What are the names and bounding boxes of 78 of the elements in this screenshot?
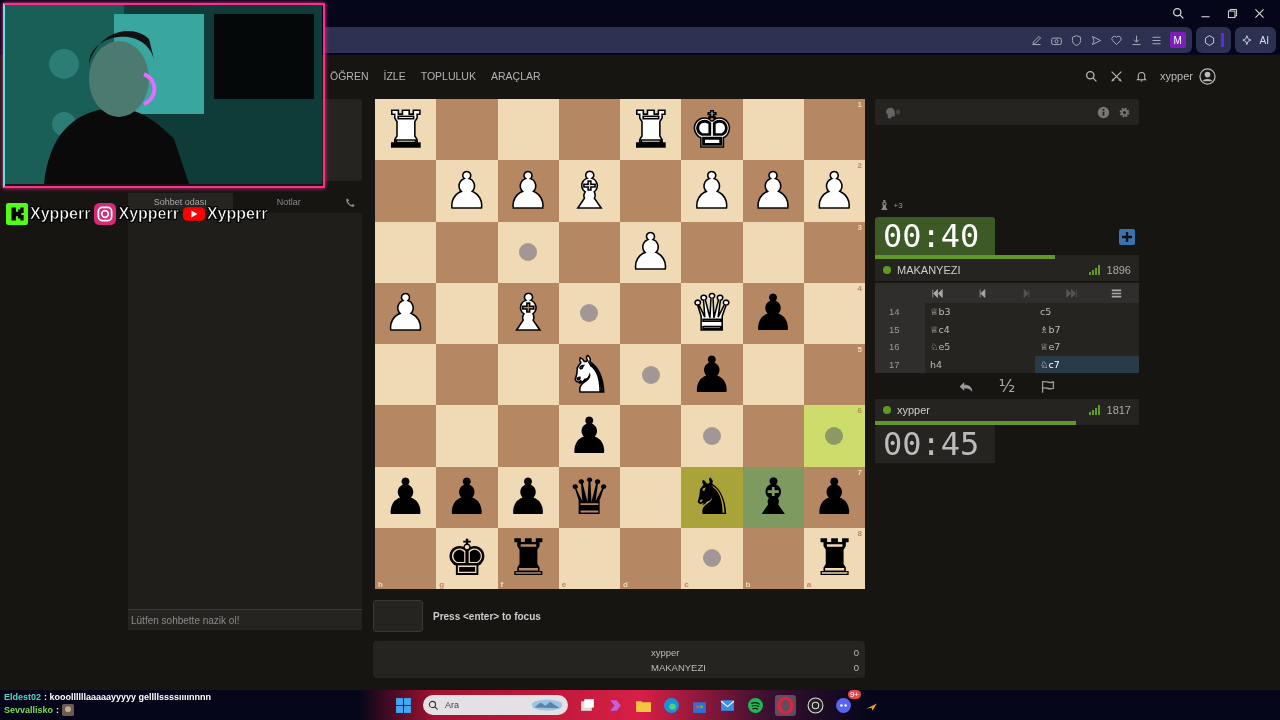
file-label: g: [439, 580, 445, 589]
chess-piece[interactable]: ♟: [505, 472, 551, 523]
file-label: e: [561, 580, 567, 589]
move-number: 14: [875, 303, 925, 321]
player-name[interactable]: xypper: [897, 404, 1083, 416]
chess-piece[interactable]: ♜: [811, 533, 857, 584]
move-entry[interactable]: ♘e5: [925, 338, 1035, 356]
player-name: xypper: [651, 646, 680, 658]
chess-piece[interactable]: ♝: [750, 472, 796, 523]
chat-username: Eldest02: [4, 692, 42, 702]
username-link[interactable]: xypper: [1159, 70, 1193, 82]
captured-piece: ♝: [878, 197, 891, 213]
move-entry[interactable]: ♗b7: [1035, 320, 1139, 338]
social-handle: Xypperr: [30, 205, 91, 223]
rank-label: 8: [857, 528, 862, 538]
move-entry[interactable]: h4: [925, 355, 1035, 373]
file-label: a: [806, 580, 812, 589]
rank-label: 4: [857, 283, 862, 293]
chess-piece[interactable]: ♟: [566, 410, 612, 461]
profile-avatar[interactable]: M: [1169, 32, 1186, 48]
chess-piece[interactable]: ♟: [689, 349, 735, 400]
move-entry[interactable]: ♘c7: [1035, 355, 1139, 373]
move-entry[interactable]: ♕e7: [1035, 338, 1139, 356]
nav-link[interactable]: ARAÇLAR: [490, 70, 541, 82]
score-value: 0: [853, 661, 859, 673]
rank-label: 6: [857, 406, 862, 416]
chess-piece[interactable]: ♟: [383, 472, 429, 523]
draw-offer-button[interactable]: ½: [998, 376, 1016, 396]
move-number: 16: [875, 338, 925, 356]
chess-piece[interactable]: ♟: [811, 472, 857, 523]
chess-piece[interactable]: ♚: [444, 533, 490, 584]
chat-message: : kooollllllaaaaayyyyy gellllssssıııınnnn: [44, 692, 212, 702]
file-label: f: [500, 580, 504, 589]
score-value: 0: [853, 646, 859, 658]
file-label: d: [623, 580, 628, 589]
chess-piece[interactable]: ♛: [566, 472, 612, 523]
rank-label: 3: [857, 222, 862, 232]
highlighted-square[interactable]: ♝: [742, 466, 804, 528]
ai-button[interactable]: AI: [1234, 27, 1276, 53]
notification-badge: 9+: [847, 689, 861, 699]
search-placeholder: Ara: [445, 700, 460, 710]
board-square[interactable]: ♟: [497, 466, 559, 528]
nav-link[interactable]: ÖĞREN: [330, 70, 369, 82]
file-label: b: [745, 580, 751, 589]
chat-input[interactable]: Lütfen sohbette nazik ol!: [128, 609, 362, 630]
nav-link[interactable]: TOPLULUK: [420, 70, 476, 82]
player-name: MAKANYEZI: [651, 661, 706, 673]
file-label: h: [378, 580, 383, 589]
rank-label: 7: [857, 467, 862, 477]
file-label: c: [684, 580, 689, 589]
rank-label: 5: [857, 345, 862, 354]
clock: 00:40: [875, 217, 995, 255]
move-entry[interactable]: ♕c4: [925, 320, 1035, 338]
chess-piece[interactable]: ♞: [689, 472, 735, 523]
rank-label: 2: [857, 161, 862, 171]
player-rating: 1817: [1106, 404, 1131, 416]
nav-link[interactable]: İZLE: [383, 70, 406, 82]
board-square[interactable]: ♛: [558, 466, 620, 528]
highlighted-square[interactable]: ♞: [681, 466, 743, 528]
board-square[interactable]: ♟: [742, 282, 804, 344]
move-entry[interactable]: c5: [1035, 303, 1139, 321]
chat-message: :: [56, 705, 60, 715]
move-entry[interactable]: ♕b3: [925, 303, 1035, 321]
taskbar-search[interactable]: Ara: [423, 695, 568, 715]
chess-piece[interactable]: ♟: [444, 472, 490, 523]
board-square[interactable]: ♟: [375, 466, 437, 528]
material-diff: +3: [893, 200, 903, 210]
keyboard-hint: Press <enter> to focus: [433, 610, 541, 622]
board-square[interactable]: ♟: [681, 344, 743, 406]
board-square[interactable]: ♟: [436, 466, 498, 528]
rank-label: 1: [857, 100, 862, 109]
chat-username: Sevvallisko: [4, 705, 54, 715]
board-square[interactable]: ♟: [558, 405, 620, 467]
player-name[interactable]: MAKANYEZI: [897, 264, 1083, 276]
clock: 00:45: [875, 425, 995, 463]
chess-piece[interactable]: ♟: [750, 288, 796, 339]
chess-piece[interactable]: ♜: [505, 533, 551, 584]
player-rating: 1896: [1106, 264, 1131, 276]
